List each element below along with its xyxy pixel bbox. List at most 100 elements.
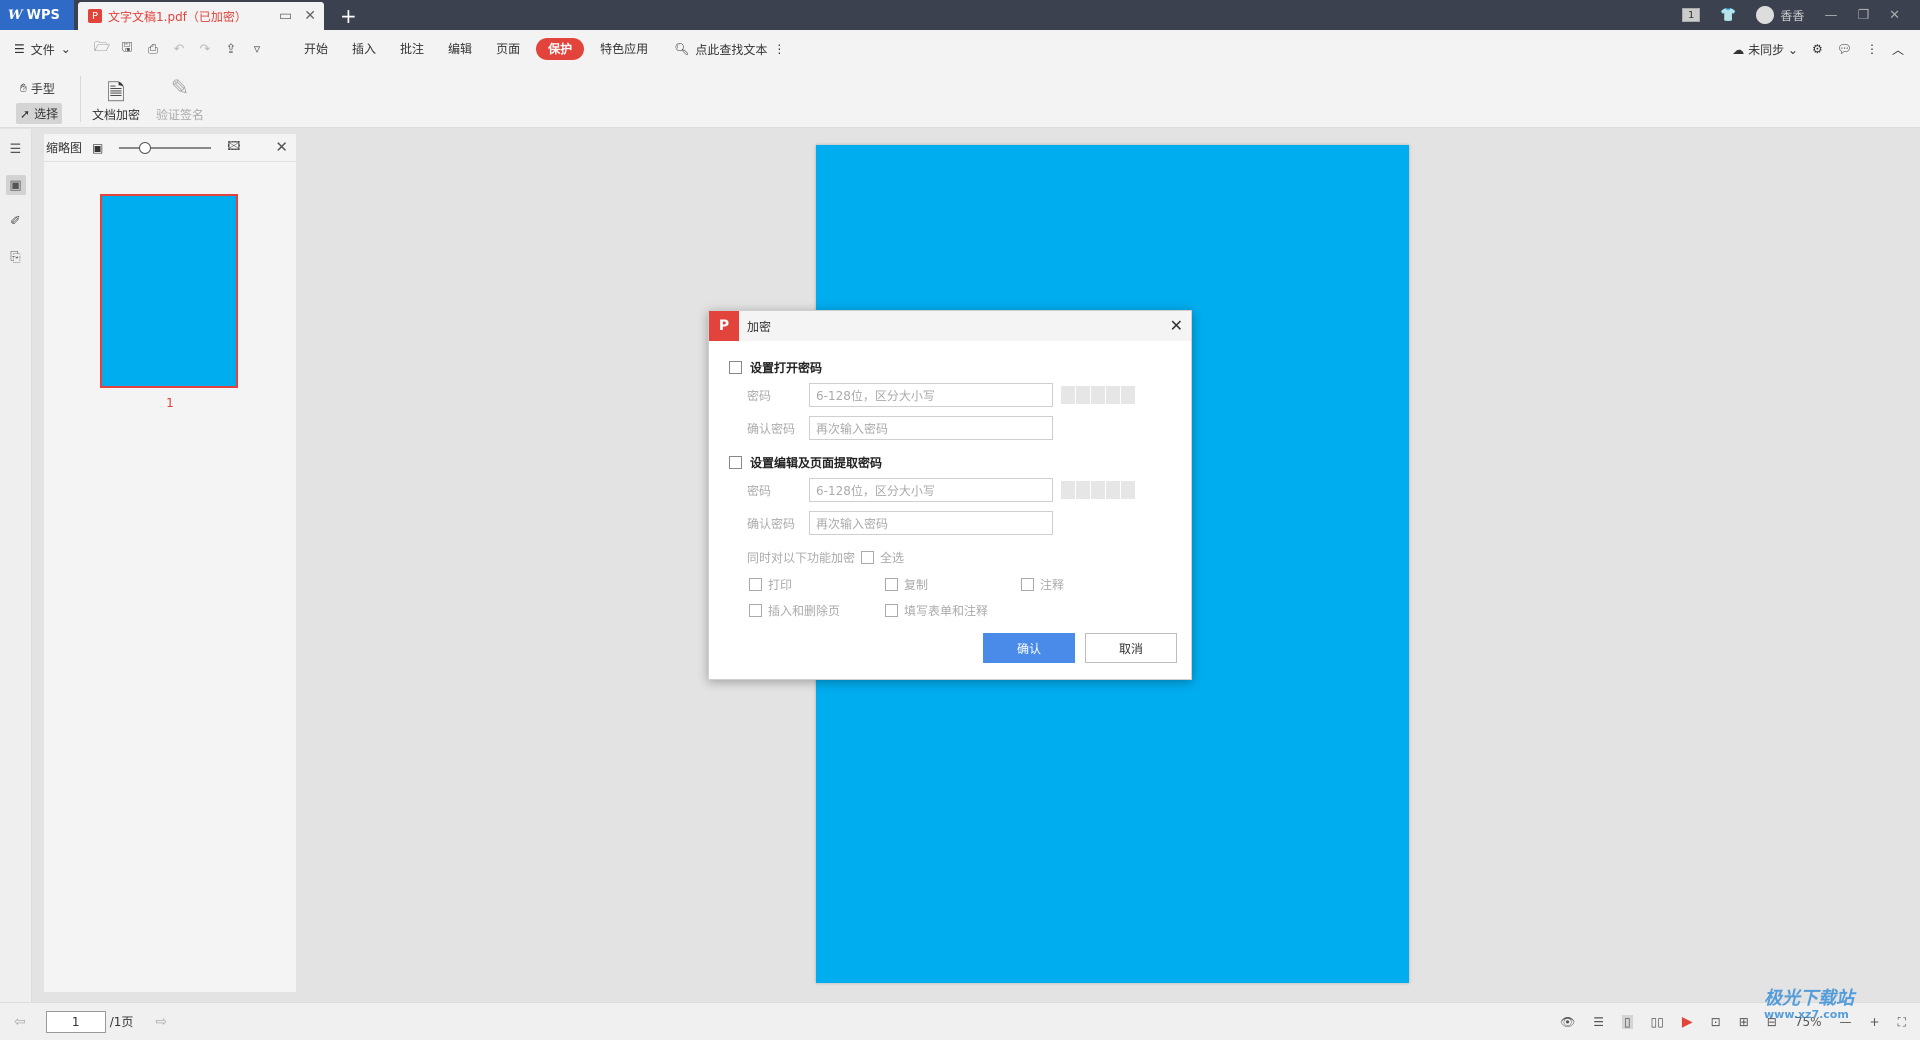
large-thumbnail-icon[interactable]: 🖾 bbox=[227, 137, 240, 158]
close-panel-icon[interactable]: ✕ bbox=[275, 138, 288, 156]
two-page-view-icon[interactable]: ▯▯ bbox=[1651, 1015, 1664, 1029]
export-icon[interactable]: ⇪ bbox=[224, 42, 238, 57]
open-folder-icon[interactable]: 🗁 bbox=[94, 38, 110, 60]
tab-start[interactable]: 开始 bbox=[292, 38, 340, 60]
new-tab-button[interactable]: + bbox=[340, 4, 357, 28]
cursor-icon: ➚ bbox=[20, 106, 31, 121]
small-thumbnail-icon[interactable]: ▣ bbox=[92, 141, 103, 155]
select-all-checkbox[interactable] bbox=[861, 551, 875, 564]
open-password-checkbox[interactable] bbox=[729, 361, 742, 374]
restore-icon[interactable]: ❐ bbox=[1857, 8, 1869, 23]
wps-logo-icon: W bbox=[8, 7, 23, 23]
single-page-view-icon[interactable]: ▯ bbox=[1622, 1015, 1633, 1029]
page-number-input[interactable]: 1 bbox=[45, 1010, 106, 1033]
zoom-in-icon[interactable]: + bbox=[1870, 1015, 1880, 1029]
comment-icon[interactable]: 💬︎ bbox=[1837, 42, 1852, 56]
tab-edit[interactable]: 编辑 bbox=[436, 38, 484, 60]
more-dropdown-icon[interactable]: ▿ bbox=[250, 42, 264, 57]
option-copy[interactable]: 复制 bbox=[885, 576, 928, 593]
status-bar: ⇦ 1 /1页 ⇨ 👁︎ ☰ ▯ ▯▯ ▶ ⊡ ⊞ ⊟ 75% — + ⛶ bbox=[0, 1002, 1920, 1040]
select-tool-label: 选择 bbox=[34, 107, 59, 121]
also-encrypt-label: 同时对以下功能加密 bbox=[747, 551, 856, 565]
thumbnail-page-number: 1 bbox=[166, 396, 174, 410]
insert-delete-label: 插入和删除页 bbox=[768, 604, 841, 618]
option-insert-delete-pages[interactable]: 插入和删除页 bbox=[749, 602, 840, 619]
previous-page-icon[interactable]: ⇦ bbox=[14, 1014, 26, 1030]
sync-status[interactable]: ☁ 未同步 ⌄ bbox=[1732, 41, 1798, 58]
thumbnail-icon[interactable]: ▣ bbox=[5, 175, 26, 195]
eye-protection-icon[interactable]: 👁︎ bbox=[1560, 1015, 1575, 1029]
annotate-label: 注释 bbox=[1040, 578, 1065, 592]
user-account[interactable]: 香香 bbox=[1756, 6, 1804, 24]
edit-password-input[interactable]: 6-128位，区分大小写 bbox=[809, 478, 1053, 502]
annotate-checkbox[interactable] bbox=[1021, 578, 1034, 591]
close-icon[interactable]: ✕ bbox=[1170, 316, 1183, 335]
document-lock-icon: 🗎 bbox=[107, 81, 125, 106]
search-icon: 🔍︎ bbox=[674, 42, 690, 56]
option-fill-forms[interactable]: 填写表单和注释 bbox=[885, 602, 988, 619]
verify-signature-button[interactable]: ✎ 验证签名 bbox=[156, 76, 204, 123]
hand-tool-button[interactable]: ✋︎ 手型 bbox=[16, 78, 62, 99]
page-indicator-icon[interactable]: 1 bbox=[1682, 8, 1701, 22]
close-window-icon[interactable]: ✕ bbox=[1889, 8, 1900, 23]
play-icon[interactable]: ▶ bbox=[1682, 1014, 1693, 1030]
close-tab-icon[interactable]: ✕ bbox=[304, 8, 316, 24]
fill-forms-label: 填写表单和注释 bbox=[904, 604, 989, 618]
annotation-icon[interactable]: ✐ bbox=[6, 211, 26, 231]
tab-page[interactable]: 页面 bbox=[484, 38, 532, 60]
sync-label: 未同步 bbox=[1748, 42, 1785, 57]
open-confirm-input[interactable]: 再次输入密码 bbox=[809, 416, 1053, 440]
document-tab[interactable]: P 文字文稿1.pdf（已加密） ▭ ✕ bbox=[78, 2, 324, 30]
outline-icon[interactable]: ☰ bbox=[6, 139, 26, 159]
search-label: 点此查找文本 bbox=[695, 42, 768, 57]
confirm-button[interactable]: 确认 bbox=[983, 633, 1075, 663]
redo-icon[interactable]: ↷ bbox=[198, 42, 212, 57]
find-text-search[interactable]: 🔍︎ 点此查找文本 ⋮ bbox=[674, 41, 785, 58]
page-thumbnail[interactable] bbox=[100, 194, 238, 388]
fill-forms-checkbox[interactable] bbox=[885, 604, 898, 617]
hand-icon: ✋︎ bbox=[20, 81, 27, 95]
thumbnail-size-slider[interactable] bbox=[119, 141, 212, 154]
tab-protect[interactable]: 保护 bbox=[536, 38, 585, 60]
more-vertical-icon[interactable]: ⋮ bbox=[1866, 42, 1878, 56]
minimize-icon[interactable]: — bbox=[1824, 8, 1837, 23]
continuous-view-icon[interactable]: ☰ bbox=[1593, 1015, 1604, 1029]
wps-home-tab[interactable]: W WPS bbox=[0, 0, 74, 30]
tab-insert[interactable]: 插入 bbox=[340, 38, 388, 60]
select-tool-button[interactable]: ➚ 选择 bbox=[16, 103, 63, 124]
print-icon[interactable]: ⎙ bbox=[146, 42, 160, 57]
encrypt-document-button[interactable]: 🗎 文档加密 bbox=[92, 76, 140, 123]
option-annotate[interactable]: 注释 bbox=[1021, 576, 1064, 593]
undo-icon[interactable]: ↶ bbox=[172, 42, 186, 57]
edit-confirm-input[interactable]: 再次输入密码 bbox=[809, 511, 1053, 535]
fit-page-icon[interactable]: ⊞ bbox=[1739, 1015, 1749, 1029]
skin-icon[interactable]: 👕 bbox=[1720, 8, 1736, 23]
insert-delete-checkbox[interactable] bbox=[749, 604, 762, 617]
thumbnail-panel: 缩略图 ▣ 🖾 ✕ 1 bbox=[44, 134, 296, 992]
fullscreen-icon[interactable]: ⛶ bbox=[1898, 1015, 1906, 1030]
fit-width-icon[interactable]: ⊡ bbox=[1711, 1015, 1721, 1029]
open-password-section-label: 设置打开密码 bbox=[750, 361, 823, 375]
more-options-icon: ⋮ bbox=[773, 42, 786, 56]
signature-panel-icon[interactable]: ⎘ bbox=[6, 247, 26, 267]
watermark-logo: 极光下载站 www.xz7.com bbox=[1764, 984, 1854, 1021]
file-menu[interactable]: ☰ 文件 ⌄ bbox=[0, 41, 84, 58]
copy-checkbox[interactable] bbox=[885, 578, 898, 591]
edit-password-checkbox-row[interactable]: 设置编辑及页面提取密码 bbox=[729, 454, 882, 471]
collapse-ribbon-icon[interactable]: ︿ bbox=[1892, 41, 1904, 58]
tab-annotate[interactable]: 批注 bbox=[388, 38, 436, 60]
encrypt-document-label: 文档加密 bbox=[92, 108, 141, 122]
save-icon[interactable]: 🖫 bbox=[120, 38, 134, 60]
tab-window-icon[interactable]: ▭ bbox=[279, 8, 292, 24]
option-print[interactable]: 打印 bbox=[749, 576, 792, 593]
cancel-button[interactable]: 取消 bbox=[1085, 633, 1177, 663]
next-page-icon[interactable]: ⇨ bbox=[155, 1014, 167, 1030]
edit-password-checkbox[interactable] bbox=[729, 456, 742, 469]
gear-icon[interactable]: ⚙ bbox=[1812, 42, 1823, 56]
open-password-checkbox-row[interactable]: 设置打开密码 bbox=[729, 359, 822, 376]
open-password-input[interactable]: 6-128位，区分大小写 bbox=[809, 383, 1053, 407]
print-checkbox[interactable] bbox=[749, 578, 762, 591]
slider-knob[interactable] bbox=[139, 141, 152, 154]
hand-tool-label: 手型 bbox=[30, 82, 55, 96]
tab-special-apps[interactable]: 特色应用 bbox=[588, 38, 660, 60]
